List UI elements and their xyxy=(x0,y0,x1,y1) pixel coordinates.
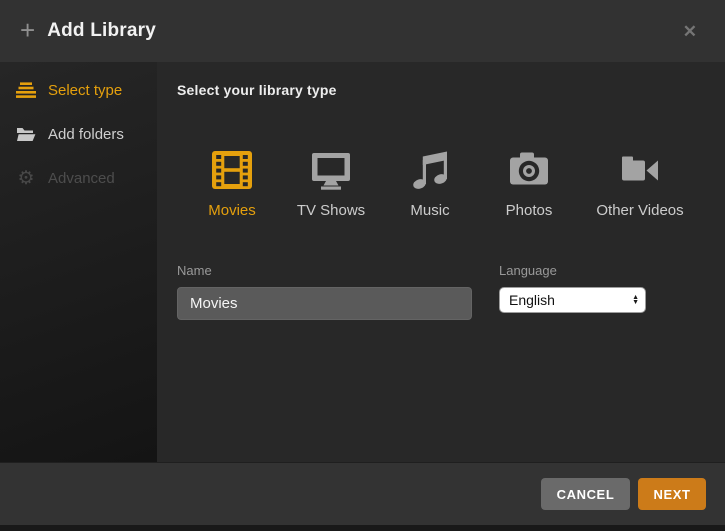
language-field-label: Language xyxy=(499,263,649,278)
dialog-sidebar: Select type Add folders ⚙ Advanced xyxy=(0,62,157,462)
type-option-other-videos[interactable]: Other Videos xyxy=(585,144,695,219)
type-option-movies[interactable]: Movies xyxy=(189,144,275,219)
folder-icon xyxy=(15,126,37,142)
library-type-picker: Movies TV Shows xyxy=(177,144,725,219)
section-heading: Select your library type xyxy=(177,82,725,98)
language-selected-value: English xyxy=(509,292,555,308)
plus-icon: + xyxy=(20,17,35,43)
name-field-block: Name xyxy=(177,263,472,320)
type-label: TV Shows xyxy=(297,202,365,219)
close-icon: ✕ xyxy=(683,22,697,41)
sidebar-item-add-folders[interactable]: Add folders xyxy=(0,112,157,156)
type-label: Movies xyxy=(208,202,256,219)
sidebar-item-label: Add folders xyxy=(48,126,124,143)
bottom-strip xyxy=(0,525,725,531)
sidebar-item-select-type[interactable]: Select type xyxy=(0,68,157,112)
language-select[interactable]: English ▲ ▼ xyxy=(499,287,646,313)
type-option-photos[interactable]: Photos xyxy=(486,144,572,219)
sidebar-item-label: Advanced xyxy=(48,170,115,187)
type-label: Other Videos xyxy=(596,202,683,219)
language-field-block: Language English ▲ ▼ xyxy=(499,263,649,313)
fields-row: Name Language English ▲ ▼ xyxy=(177,263,725,320)
main-panel: Select your library type xyxy=(157,62,725,462)
video-camera-icon xyxy=(617,144,663,192)
cancel-button[interactable]: CANCEL xyxy=(541,478,630,510)
dialog-header: + Add Library ✕ xyxy=(0,0,725,62)
chevron-updown-icon: ▲ ▼ xyxy=(632,295,639,305)
close-button[interactable]: ✕ xyxy=(675,19,705,44)
type-label: Music xyxy=(410,202,449,219)
name-field-label: Name xyxy=(177,263,472,278)
list-lines-icon xyxy=(15,82,37,98)
sidebar-item-label: Select type xyxy=(48,82,122,99)
music-note-icon xyxy=(408,144,452,192)
type-option-tv-shows[interactable]: TV Shows xyxy=(288,144,374,219)
name-input[interactable] xyxy=(177,287,472,320)
sidebar-item-advanced: ⚙ Advanced xyxy=(0,156,157,200)
tv-icon xyxy=(308,144,354,192)
type-option-music[interactable]: Music xyxy=(387,144,473,219)
dialog-footer: CANCEL NEXT xyxy=(0,462,725,525)
gear-icon: ⚙ xyxy=(15,169,37,188)
page-title: Add Library xyxy=(47,20,156,42)
type-label: Photos xyxy=(506,202,553,219)
camera-icon xyxy=(507,144,551,192)
add-library-dialog: + Add Library ✕ Select type xyxy=(0,0,725,531)
next-button[interactable]: NEXT xyxy=(638,478,706,510)
film-icon xyxy=(209,144,255,192)
